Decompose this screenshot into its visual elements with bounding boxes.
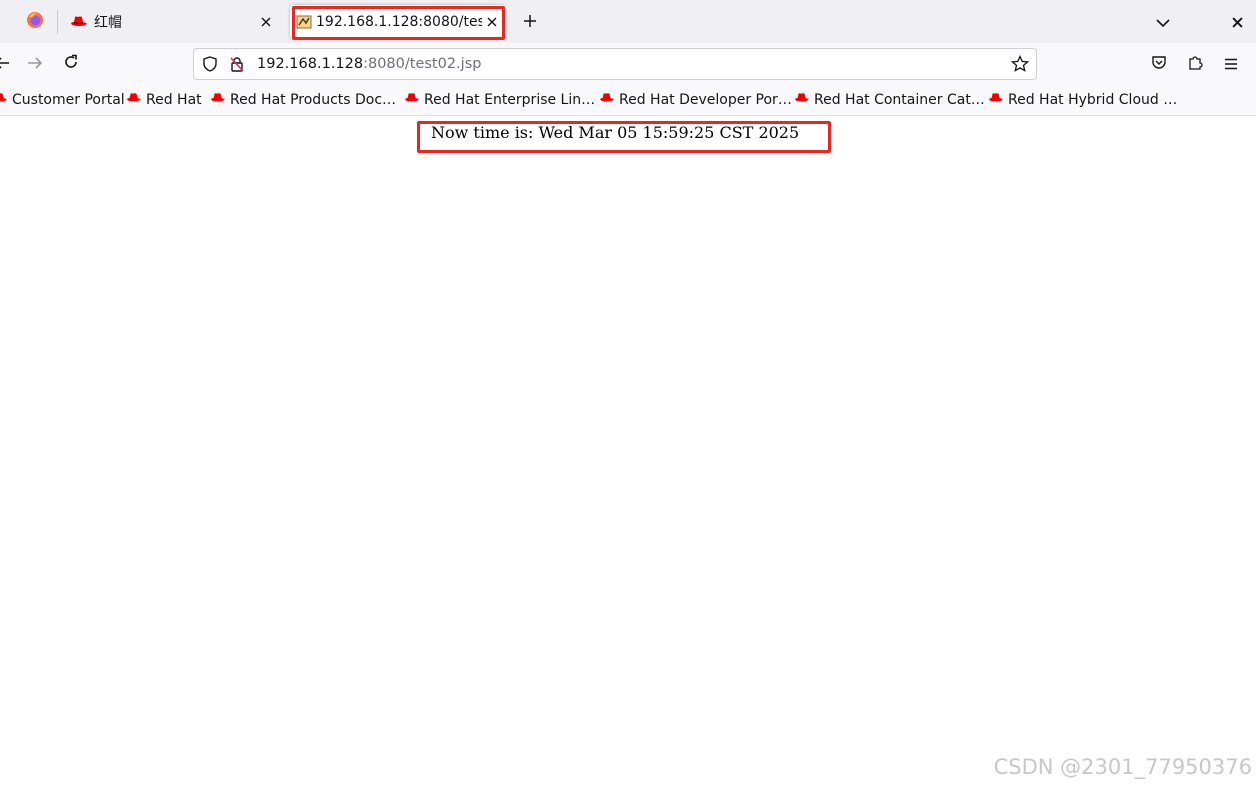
reload-icon xyxy=(63,54,79,74)
bookmark-item[interactable]: Red Hat Developer Por… xyxy=(599,91,792,109)
url-text: 192.168.1.128:8080/test02.jsp xyxy=(257,56,481,72)
firefox-icon xyxy=(26,11,44,33)
reload-button[interactable] xyxy=(57,50,85,78)
bookmark-item[interactable]: Red Hat xyxy=(126,91,202,109)
pocket-icon xyxy=(1151,54,1167,74)
navigation-toolbar: 192.168.1.128:8080/test02.jsp xyxy=(0,43,1256,85)
shield-icon[interactable] xyxy=(202,56,218,72)
bookmarks-toolbar: Customer Portal Red Hat Red Hat Products… xyxy=(0,85,1256,116)
extensions-icon xyxy=(1187,54,1203,74)
bookmark-label: Red Hat xyxy=(146,92,202,108)
highlight-box-content xyxy=(417,121,831,153)
bookmark-label: Red Hat Products Doc… xyxy=(230,92,397,108)
redhat-icon xyxy=(988,92,1008,108)
page-content: Now time is: Wed Mar 05 15:59:25 CST 202… xyxy=(0,116,1256,789)
redhat-icon xyxy=(126,92,146,108)
forward-icon xyxy=(27,55,43,74)
insecure-lock-icon[interactable] xyxy=(229,56,245,72)
highlight-box-tab xyxy=(292,6,505,40)
close-icon xyxy=(1231,13,1243,32)
redhat-icon xyxy=(0,92,12,108)
list-all-tabs-button[interactable] xyxy=(1149,8,1177,36)
redhat-icon xyxy=(210,92,230,108)
bookmark-label: Red Hat Hybrid Cloud … xyxy=(1008,92,1178,108)
url-bar[interactable]: 192.168.1.128:8080/test02.jsp xyxy=(193,48,1037,80)
extensions-button[interactable] xyxy=(1181,50,1209,78)
bookmark-label: Customer Portal xyxy=(12,92,125,108)
url-path: :8080/test02.jsp xyxy=(363,56,482,72)
tab-redhat[interactable]: 红帽 xyxy=(64,5,282,39)
app-menu-button[interactable] xyxy=(1217,50,1245,78)
chevron-down-icon xyxy=(1156,13,1170,32)
window-close-button[interactable] xyxy=(1223,8,1251,36)
pocket-button[interactable] xyxy=(1145,50,1173,78)
bookmark-item[interactable]: Customer Portal xyxy=(0,91,125,109)
bookmark-item[interactable]: Red Hat Products Doc… xyxy=(210,91,396,109)
forward-button[interactable] xyxy=(21,50,49,78)
plus-icon xyxy=(523,13,537,32)
bookmark-item[interactable]: Red Hat Container Cat… xyxy=(794,91,985,109)
star-icon[interactable] xyxy=(1011,55,1029,73)
close-icon[interactable] xyxy=(256,12,276,32)
bookmark-item[interactable]: Red Hat Hybrid Cloud … xyxy=(988,91,1177,109)
redhat-icon xyxy=(70,15,88,29)
redhat-icon xyxy=(599,92,619,108)
back-icon xyxy=(0,55,10,74)
redhat-icon xyxy=(404,92,424,108)
bookmark-label: Red Hat Developer Por… xyxy=(619,92,792,108)
back-button[interactable] xyxy=(0,50,16,78)
bookmark-label: Red Hat Enterprise Lin… xyxy=(424,92,596,108)
tab-firefox-view[interactable] xyxy=(14,5,56,39)
new-tab-button[interactable] xyxy=(516,8,544,36)
tab-strip: 红帽 192.168.1.128:8080/test02.jsp xyxy=(0,0,1256,43)
redhat-icon xyxy=(794,92,814,108)
bookmark-label: Red Hat Container Cat… xyxy=(814,92,985,108)
tab-title: 红帽 xyxy=(94,15,122,31)
watermark: CSDN @2301_77950376 xyxy=(993,755,1252,779)
menu-icon xyxy=(1224,55,1238,74)
url-host: 192.168.1.128 xyxy=(257,56,364,72)
bookmark-item[interactable]: Red Hat Enterprise Lin… xyxy=(404,91,595,109)
